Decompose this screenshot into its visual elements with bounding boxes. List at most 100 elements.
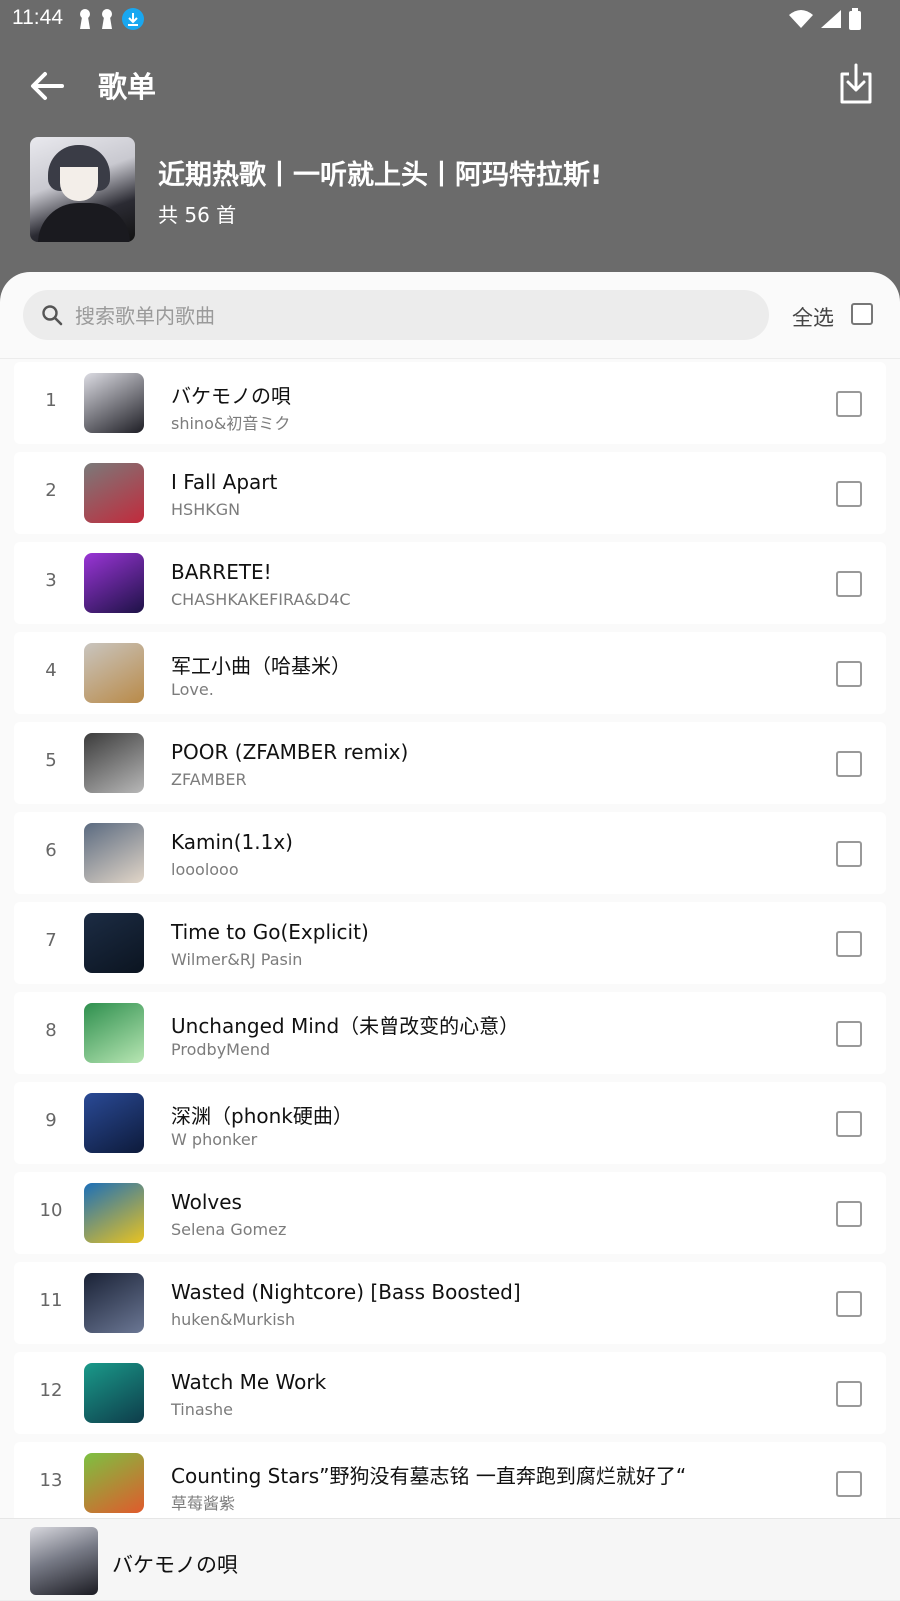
song-index: 7 (45, 930, 57, 951)
song-row[interactable]: 5 POOR (ZFAMBER remix) ZFAMBER (14, 722, 886, 804)
song-select-checkbox[interactable] (836, 1291, 862, 1317)
song-artist: Tinashe (171, 1400, 233, 1419)
song-select-checkbox[interactable] (836, 1021, 862, 1047)
song-artist: ProdbyMend (171, 1040, 271, 1059)
song-index: 13 (39, 1470, 63, 1491)
select-all-label[interactable]: 全选 (792, 302, 834, 332)
song-cover-image (84, 1273, 144, 1333)
song-row[interactable]: 13 Counting Stars”野狗没有墓志铭 一直奔跑到腐烂就好了“ 草莓酱紫 (14, 1442, 886, 1524)
battery-icon (849, 8, 861, 30)
download-button[interactable] (836, 62, 876, 106)
download-icon (840, 63, 872, 104)
song-cover-image (84, 1183, 144, 1243)
song-artist: Wilmer&RJ Pasin (171, 950, 303, 969)
song-title: Watch Me Work (171, 1370, 327, 1394)
song-cover-image (84, 463, 144, 523)
song-index: 6 (45, 840, 57, 861)
search-input[interactable] (73, 290, 757, 342)
song-select-checkbox[interactable] (836, 1111, 862, 1137)
mini-player-cover (30, 1527, 98, 1595)
song-row[interactable]: 12 Watch Me Work Tinashe (14, 1352, 886, 1434)
song-select-checkbox[interactable] (836, 1381, 862, 1407)
song-artist: CHASHKAKEFIRA&D4C (171, 590, 351, 609)
song-cover-image (84, 1093, 144, 1153)
song-artist: HSHKGN (171, 500, 241, 519)
song-title: BARRETE! (171, 560, 272, 584)
song-cover-image (84, 733, 144, 793)
song-select-checkbox[interactable] (836, 661, 862, 687)
song-list: 1 バケモノの唄 shino&初音ミク 2 I Fall Apart HSHKGN 3 BAR… (14, 362, 886, 1532)
playlist-cover-image (30, 137, 135, 242)
song-select-checkbox[interactable] (836, 751, 862, 777)
song-select-checkbox[interactable] (836, 571, 862, 597)
song-row[interactable]: 9 深渊（phonk硬曲） W phonker (14, 1082, 886, 1164)
song-cover-image (84, 553, 144, 613)
song-select-checkbox[interactable] (836, 841, 862, 867)
song-row[interactable]: 4 军工小曲（哈基米） Love. (14, 632, 886, 714)
song-artist: shino&初音ミク (171, 414, 291, 433)
song-artist: 草莓酱紫 (171, 1494, 236, 1513)
song-select-checkbox[interactable] (836, 931, 862, 957)
song-row[interactable]: 3 BARRETE! CHASHKAKEFIRA&D4C (14, 542, 886, 624)
song-index: 5 (45, 750, 57, 771)
song-cover-image (84, 643, 144, 703)
song-index: 3 (45, 570, 57, 591)
song-cover-image (84, 913, 144, 973)
song-title: 深渊（phonk硬曲） (171, 1104, 353, 1128)
playlist-info: 近期热歌丨一听就上头丨阿玛特拉斯! 共 56 首 (30, 137, 870, 242)
back-button[interactable] (26, 66, 66, 106)
song-cover-image (84, 1003, 144, 1063)
song-index: 4 (45, 660, 57, 681)
keyhole-icon (102, 9, 112, 29)
mini-player[interactable]: バケモノの唄 (0, 1518, 900, 1601)
song-row[interactable]: 2 I Fall Apart HSHKGN (14, 452, 886, 534)
status-time: 11:44 (12, 6, 63, 29)
song-row[interactable]: 6 Kamin(1.1x) looolooo (14, 812, 886, 894)
song-title: Time to Go(Explicit) (171, 920, 369, 944)
song-index: 2 (45, 480, 57, 501)
song-row[interactable]: 1 バケモノの唄 shino&初音ミク (14, 362, 886, 444)
song-artist: Selena Gomez (171, 1220, 287, 1239)
search-box[interactable] (23, 290, 769, 342)
search-icon (42, 305, 63, 326)
song-index: 1 (45, 390, 57, 411)
status-icons-left (78, 8, 144, 30)
song-row[interactable]: 7 Time to Go(Explicit) Wilmer&RJ Pasin (14, 902, 886, 984)
wifi-icon (789, 10, 813, 28)
signal-icon (821, 10, 841, 28)
song-artist: Love. (171, 680, 214, 699)
song-row[interactable]: 11 Wasted (Nightcore) [Bass Boosted] huken… (14, 1262, 886, 1344)
song-cover-image (84, 1363, 144, 1423)
song-title: バケモノの唄 (171, 384, 291, 408)
playlist-song-count: 共 56 首 (158, 203, 237, 227)
song-artist: ZFAMBER (171, 770, 247, 789)
song-title: Counting Stars”野狗没有墓志铭 一直奔跑到腐烂就好了“ (171, 1464, 687, 1488)
song-index: 11 (39, 1290, 63, 1311)
playlist-name: 近期热歌丨一听就上头丨阿玛特拉斯! (158, 160, 603, 191)
page-title: 歌单 (98, 70, 157, 104)
song-title: 军工小曲（哈基米） (171, 654, 351, 678)
song-select-checkbox[interactable] (836, 391, 862, 417)
song-title: Kamin(1.1x) (171, 830, 293, 854)
song-index: 10 (39, 1200, 63, 1221)
song-title: Wolves (171, 1190, 242, 1214)
arrow-left-icon (31, 72, 64, 100)
song-cover-image (84, 373, 144, 433)
song-select-checkbox[interactable] (836, 481, 862, 507)
song-artist: huken&Murkish (171, 1310, 296, 1329)
song-index: 8 (45, 1020, 57, 1041)
song-cover-image (84, 823, 144, 883)
song-list-sheet: 全选 1 バケモノの唄 shino&初音ミク 2 I Fall Apart HSHKGN 3… (0, 272, 900, 1600)
song-select-checkbox[interactable] (836, 1201, 862, 1227)
song-row[interactable]: 10 Wolves Selena Gomez (14, 1172, 886, 1254)
song-title: Unchanged Mind（未曾改变的心意） (171, 1014, 520, 1038)
select-all-checkbox[interactable] (851, 303, 873, 325)
song-index: 9 (45, 1110, 57, 1131)
song-cover-image (84, 1453, 144, 1513)
song-row[interactable]: 8 Unchanged Mind（未曾改变的心意） ProdbyMend (14, 992, 886, 1074)
song-select-checkbox[interactable] (836, 1471, 862, 1497)
song-title: I Fall Apart (171, 470, 278, 494)
song-artist: looolooo (171, 860, 239, 879)
song-title: Wasted (Nightcore) [Bass Boosted] (171, 1280, 521, 1304)
divider (0, 358, 900, 359)
